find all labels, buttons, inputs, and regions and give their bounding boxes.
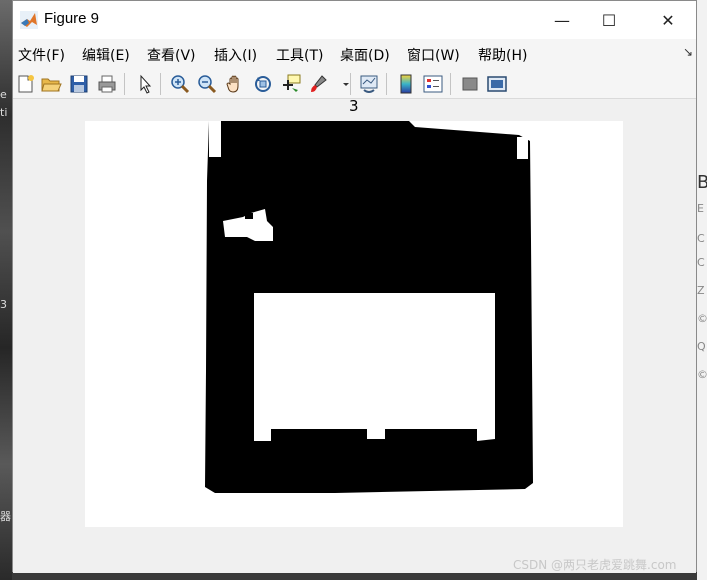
- legend-icon[interactable]: [422, 73, 444, 95]
- menu-file[interactable]: 文件(F): [18, 45, 65, 65]
- zoom-out-icon[interactable]: [196, 73, 218, 95]
- figure-toolbar: [13, 67, 696, 99]
- toolbar-separator: [450, 73, 451, 95]
- watermark-text: CSDN @两只老虎爱跳舞.com: [513, 558, 677, 572]
- hide-plot-tools-icon[interactable]: [459, 73, 481, 95]
- new-figure-icon[interactable]: [14, 73, 36, 95]
- menu-window[interactable]: 窗口(W): [407, 45, 460, 65]
- menu-bar: 文件(F) 编辑(E) 查看(V) 插入(I) 工具(T) 桌面(D) 窗口(W…: [13, 39, 696, 67]
- toolbar-separator: [160, 73, 161, 95]
- menu-insert[interactable]: 插入(I): [214, 45, 257, 65]
- maximize-icon: ☐: [601, 10, 617, 30]
- print-icon[interactable]: [96, 73, 118, 95]
- brush-icon[interactable]: [307, 73, 329, 95]
- menu-view[interactable]: 查看(V): [147, 45, 196, 65]
- title-bar[interactable]: Figure 9 — ☐ ✕: [13, 1, 696, 39]
- link-plot-icon[interactable]: [358, 73, 380, 95]
- figure-canvas[interactable]: 3: [13, 97, 696, 573]
- data-cursor-icon[interactable]: [280, 73, 302, 95]
- dock-arrow-icon[interactable]: ↘: [683, 45, 693, 59]
- close-button[interactable]: ✕: [639, 1, 697, 39]
- save-icon[interactable]: [68, 73, 90, 95]
- matlab-logo-icon: [20, 11, 38, 29]
- rotate-3d-icon[interactable]: [252, 73, 274, 95]
- toolbar-separator: [124, 73, 125, 95]
- figure-window: Figure 9 — ☐ ✕ 文件(F) 编辑(E) 查看(V) 插入(I) 工…: [12, 0, 697, 573]
- open-folder-icon[interactable]: [40, 73, 62, 95]
- close-icon: ✕: [661, 10, 675, 30]
- show-plot-tools-icon[interactable]: [486, 73, 508, 95]
- menu-desktop[interactable]: 桌面(D): [340, 45, 390, 65]
- colorbar-icon[interactable]: [395, 73, 417, 95]
- toolbar-separator: [386, 73, 387, 95]
- minimize-icon: —: [554, 10, 570, 30]
- binary-mask-image: [85, 121, 623, 527]
- menu-edit[interactable]: 编辑(E): [82, 45, 130, 65]
- brush-dropdown-icon[interactable]: [335, 73, 349, 95]
- menu-tools[interactable]: 工具(T): [276, 45, 323, 65]
- pan-hand-icon[interactable]: [224, 73, 246, 95]
- binary-image-display[interactable]: [85, 121, 623, 527]
- toolbar-separator: [350, 73, 351, 95]
- maximize-button[interactable]: ☐: [580, 1, 638, 39]
- zoom-in-icon[interactable]: [169, 73, 191, 95]
- desktop-background-left: e ti 3 器: [0, 0, 12, 580]
- menu-help[interactable]: 帮助(H): [478, 45, 527, 65]
- window-title: Figure 9: [44, 10, 100, 27]
- axes-title: 3: [349, 97, 359, 115]
- edit-plot-arrow-icon[interactable]: [134, 73, 156, 95]
- desktop-background-right: B E C C Z © Q ©: [697, 0, 707, 580]
